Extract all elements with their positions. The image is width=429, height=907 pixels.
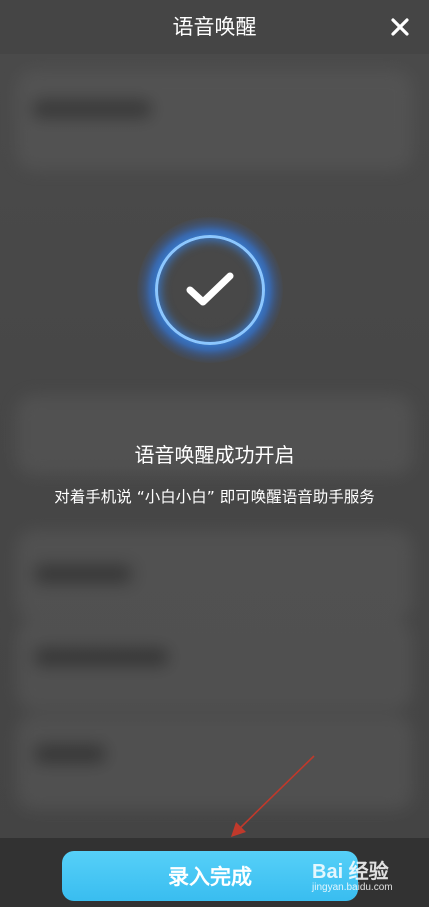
background-text-placeholder <box>34 565 132 583</box>
arrow-annotation <box>231 755 315 837</box>
watermark-url: jingyan.baidu.com <box>312 882 393 893</box>
close-button[interactable] <box>383 10 417 44</box>
background-text-placeholder <box>34 648 169 666</box>
checkmark-icon <box>186 272 234 306</box>
wake-phrase-hint: 对着手机说 “小白小白” 即可唤醒语音助手服务 <box>54 488 375 506</box>
success-title: 语音唤醒成功开启 <box>134 443 295 467</box>
top-bar: 语音唤醒 <box>0 0 429 54</box>
success-badge <box>137 217 283 363</box>
voice-wakeup-screen: 语音唤醒 语音唤醒成功开启 对着手机说 “小白小白” 即可唤醒语音助手服务 录入… <box>0 0 429 907</box>
background-text-placeholder <box>34 745 106 763</box>
background-text-placeholder <box>32 100 152 118</box>
baidu-jingyan-watermark: Bai 经验 jingyan.baidu.com <box>300 853 420 899</box>
background-card <box>16 70 413 170</box>
watermark-brand: Bai 经验 <box>312 861 389 883</box>
page-title: 语音唤醒 <box>172 15 257 39</box>
close-icon <box>391 18 409 36</box>
